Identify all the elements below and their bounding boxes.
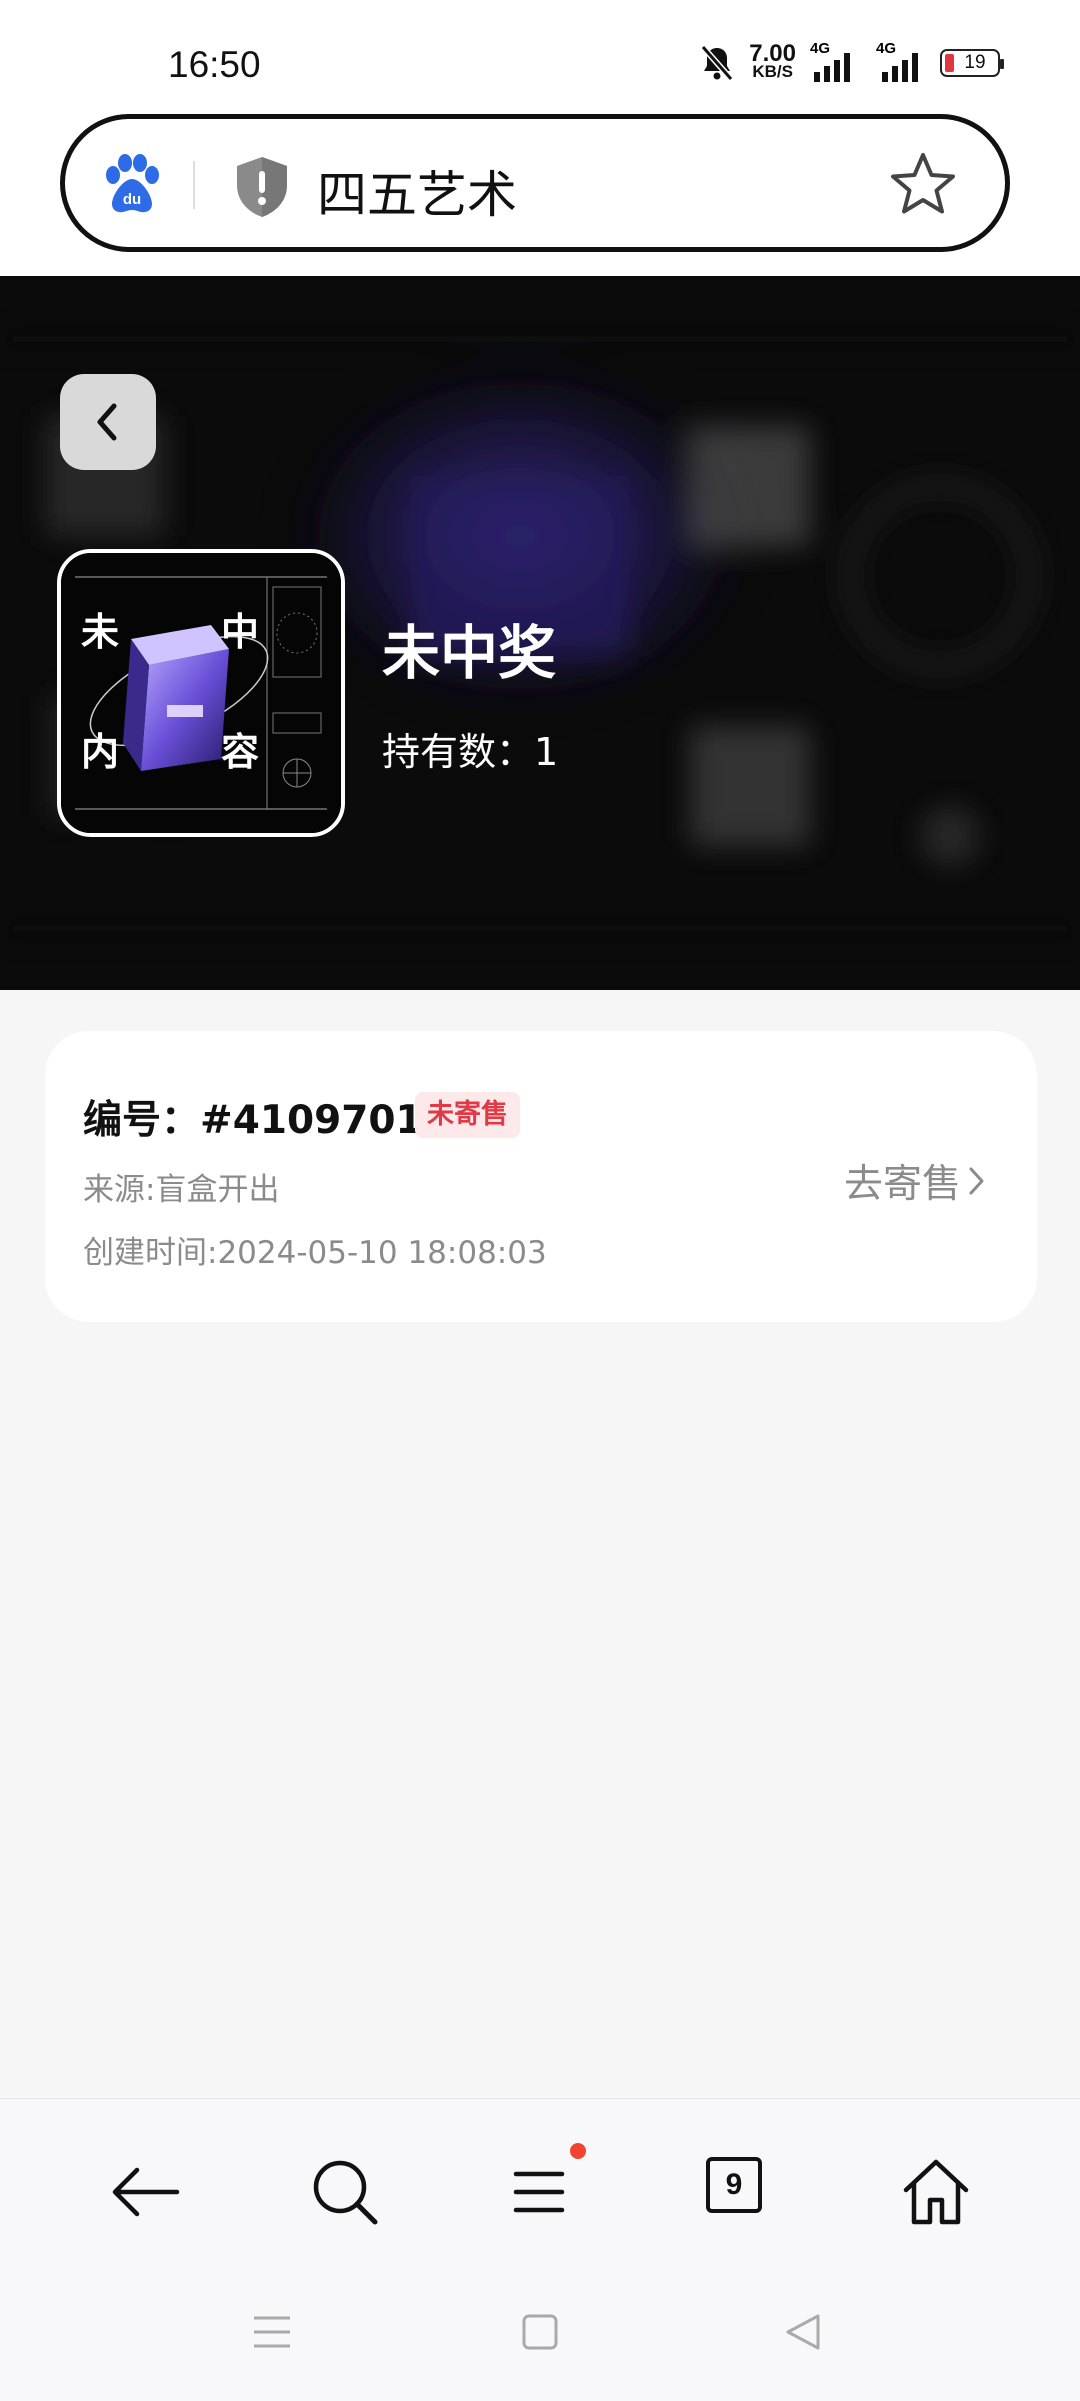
back-triangle-icon[interactable] bbox=[784, 2312, 824, 2352]
status-time: 16:50 bbox=[168, 44, 261, 85]
shield-warning-icon[interactable] bbox=[233, 155, 291, 219]
chevron-left-icon bbox=[97, 403, 117, 441]
serial-label: 编号： bbox=[83, 1098, 201, 1143]
consign-link[interactable]: 去寄售 bbox=[844, 1153, 987, 1209]
home-square-icon[interactable] bbox=[520, 2312, 560, 2352]
thumb-glyph-2: 中 bbox=[221, 610, 259, 654]
status-badge: 未寄售 bbox=[415, 1092, 520, 1138]
browser-header: du 四五艺术 bbox=[0, 110, 1080, 276]
source-text: 来源:盲盒开出 bbox=[83, 1172, 280, 1208]
thumb-glyph-3: 内 bbox=[81, 730, 119, 774]
serial-value: #4109701 bbox=[200, 1098, 423, 1143]
svg-text:du: du bbox=[123, 191, 141, 208]
battery-level: 19 bbox=[964, 52, 986, 73]
holding-count-label: 持有数： bbox=[382, 730, 535, 774]
consign-label[interactable]: 去寄售 bbox=[844, 1153, 961, 1209]
star-icon[interactable] bbox=[887, 149, 959, 221]
network-speed: 7.00 KB/S bbox=[749, 40, 796, 81]
site-title[interactable]: 四五艺术 bbox=[317, 155, 517, 227]
thumb-glyph-1: 未 bbox=[81, 610, 119, 654]
battery-icon: 19 bbox=[940, 49, 1004, 77]
browser-toolbar: 9 bbox=[0, 2098, 1080, 2401]
hero-banner: 未 中 内 容 未中奖 持有数：1 bbox=[0, 276, 1080, 990]
baidu-paw-icon[interactable]: du bbox=[101, 153, 163, 215]
recents-icon[interactable] bbox=[252, 2312, 292, 2352]
item-detail-card: 编号：#4109701 未寄售 来源:盲盒开出 创建时间:2024-05-10 … bbox=[45, 1031, 1037, 1322]
thumb-glyph-4: 容 bbox=[221, 730, 259, 774]
tabs-icon[interactable]: 9 bbox=[706, 2157, 762, 2213]
signal-icon: 4G bbox=[872, 40, 926, 82]
speed-value: 7.00 bbox=[749, 40, 796, 67]
status-bar: 16:50 7.00 KB/S 4G 4G 19 bbox=[0, 0, 1080, 110]
chevron-right-icon bbox=[969, 1167, 984, 1195]
speed-unit: KB/S bbox=[752, 62, 793, 81]
collectible-thumbnail: 未 中 内 容 bbox=[57, 549, 345, 837]
status-icons: 7.00 KB/S 4G 4G 19 bbox=[699, 40, 1004, 82]
search-icon[interactable] bbox=[305, 2152, 385, 2232]
created-time: 创建时间:2024-05-10 18:08:03 bbox=[83, 1235, 547, 1271]
back-button[interactable] bbox=[60, 374, 156, 470]
notification-dot bbox=[570, 2143, 586, 2159]
menu-icon[interactable] bbox=[500, 2152, 580, 2232]
serial-number: 编号：#4109701 bbox=[83, 1089, 423, 1145]
address-bar[interactable]: du 四五艺术 bbox=[60, 114, 1010, 252]
bell-muted-icon bbox=[701, 45, 734, 81]
signal-icon: 4G bbox=[810, 40, 858, 82]
home-icon[interactable] bbox=[896, 2152, 976, 2232]
back-arrow-icon[interactable] bbox=[107, 2152, 187, 2232]
holding-count: 持有数：1 bbox=[382, 721, 558, 776]
holding-count-value: 1 bbox=[534, 730, 559, 774]
address-divider bbox=[193, 161, 195, 209]
item-title: 未中奖 bbox=[382, 619, 557, 687]
